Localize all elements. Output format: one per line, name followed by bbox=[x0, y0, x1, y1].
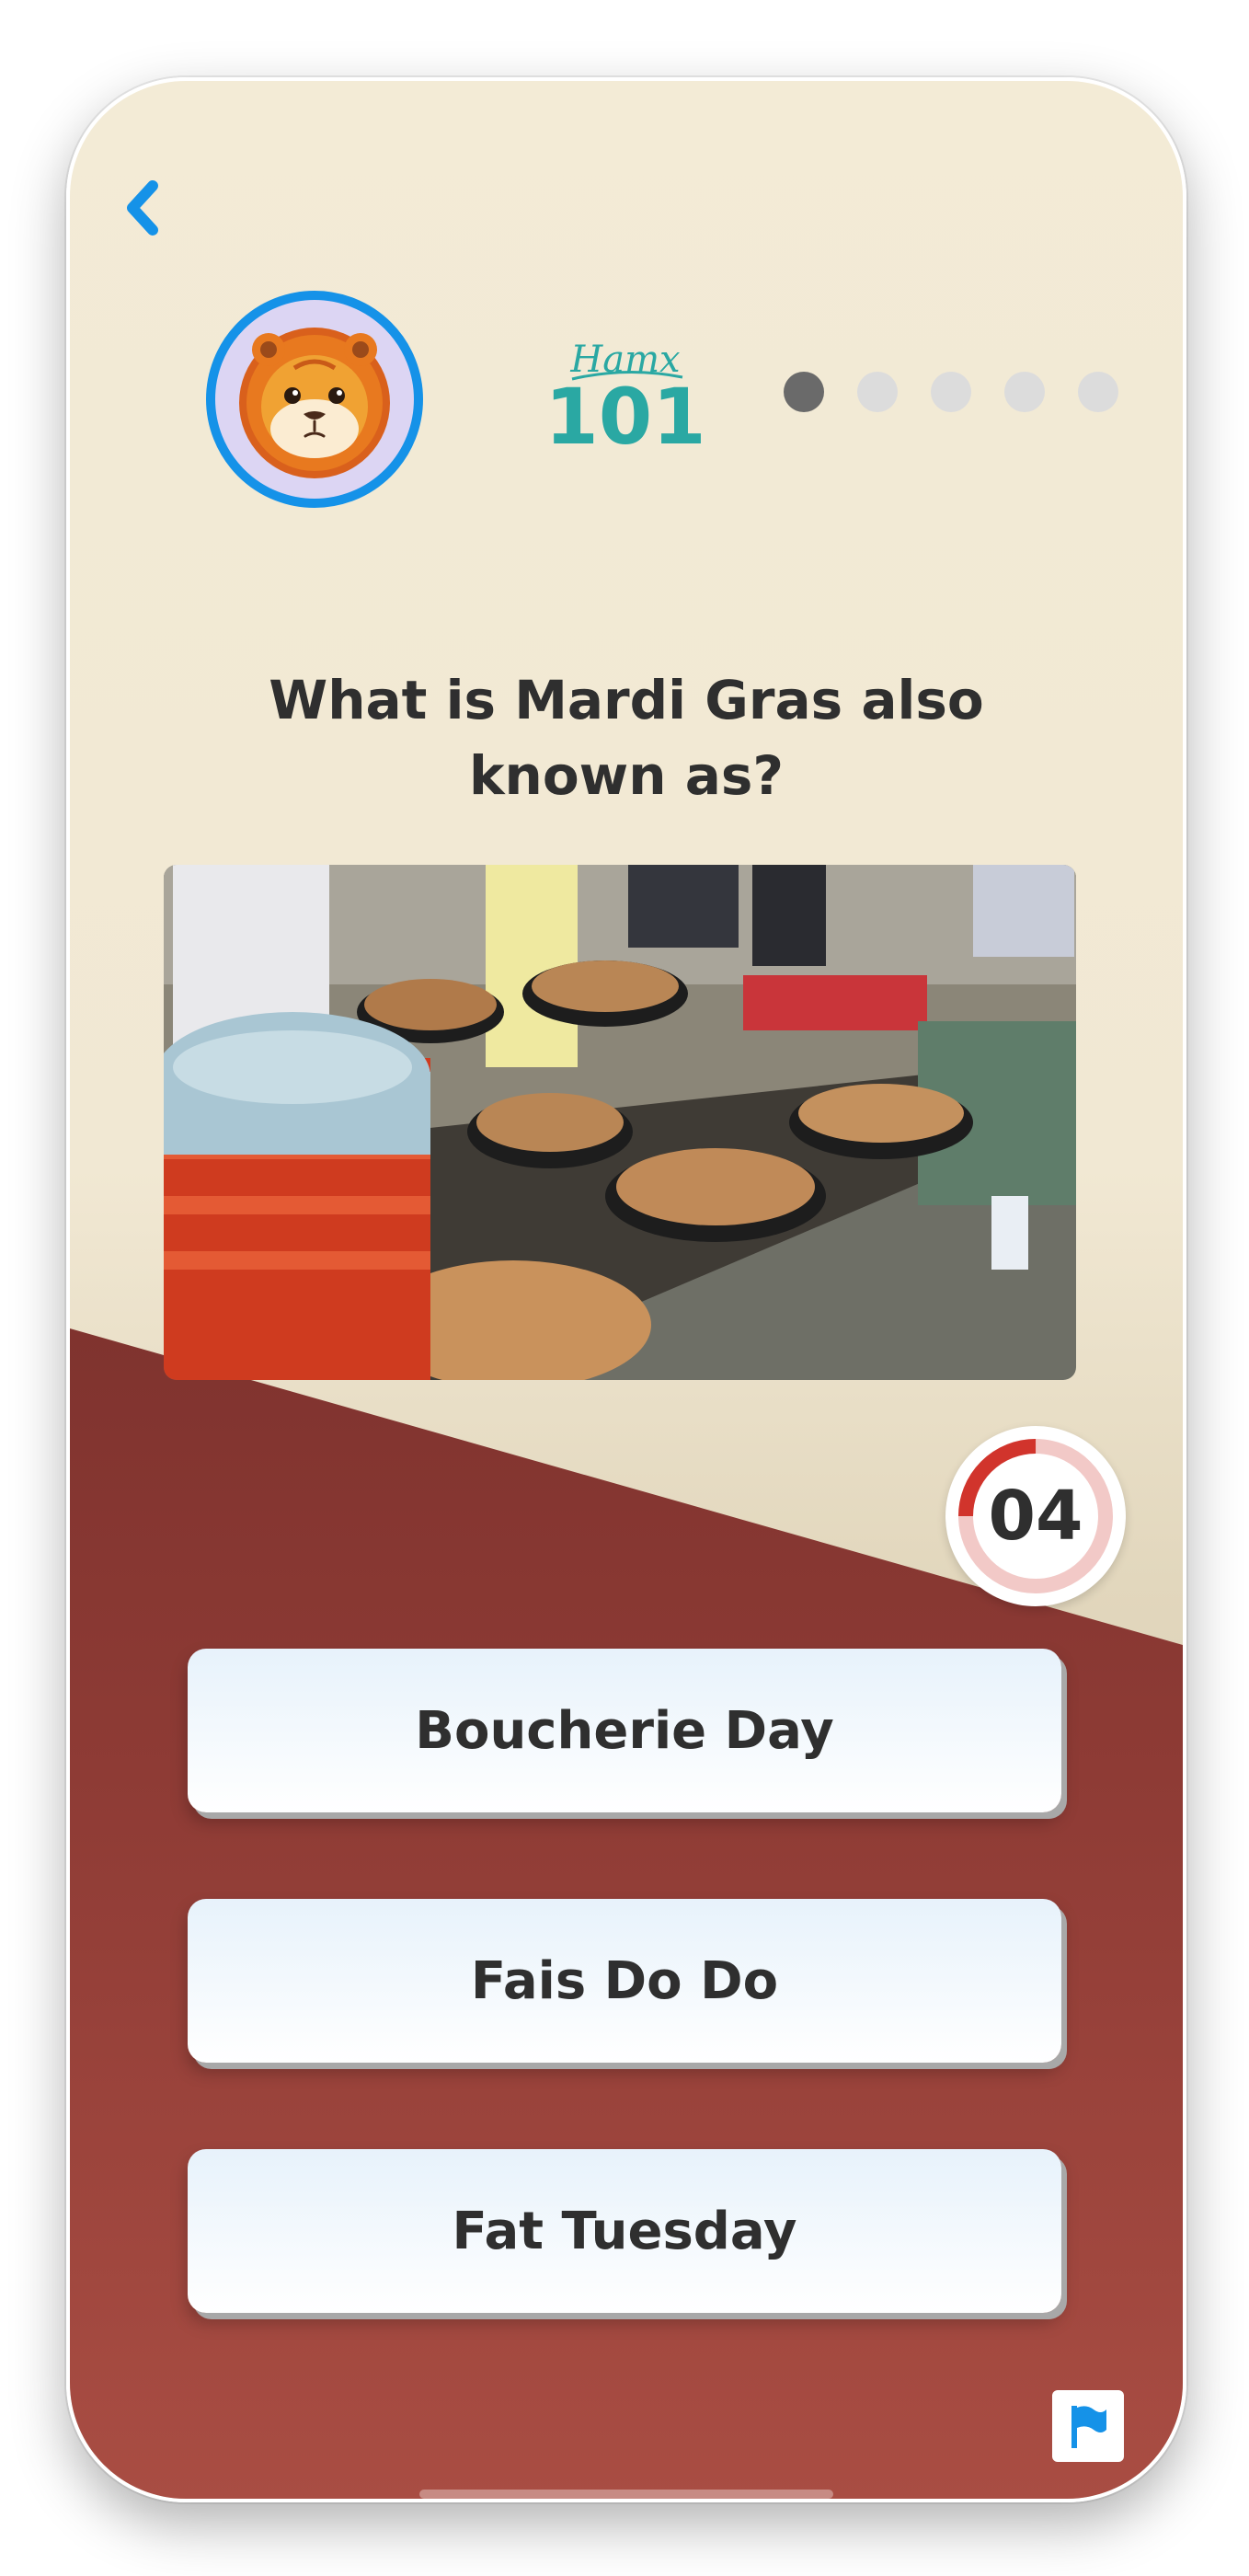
question-photo bbox=[164, 865, 1076, 1380]
app-logo: Hamx 101 bbox=[544, 322, 710, 462]
timer-value: 04 bbox=[988, 1477, 1083, 1556]
question-progress-dots bbox=[784, 372, 1118, 412]
home-indicator bbox=[419, 2490, 833, 2499]
progress-dot-2 bbox=[857, 372, 898, 412]
answer-option-1[interactable]: Boucherie Day bbox=[188, 1649, 1061, 1812]
progress-dot-3 bbox=[931, 372, 971, 412]
lion-face-icon bbox=[239, 328, 390, 478]
answer-option-3[interactable]: Fat Tuesday bbox=[188, 2149, 1061, 2313]
progress-dot-1 bbox=[784, 372, 824, 412]
report-question-button[interactable] bbox=[1052, 2390, 1124, 2462]
back-button[interactable] bbox=[107, 171, 180, 245]
progress-dot-4 bbox=[1004, 372, 1045, 412]
question-text: What is Mardi Gras also known as? bbox=[269, 669, 984, 807]
answer-option-2[interactable]: Fais Do Do bbox=[188, 1899, 1061, 2063]
report-flag-icon bbox=[1071, 2406, 1106, 2448]
phone-frame: Hamx 101 What is Mardi Gras also known a… bbox=[66, 77, 1186, 2502]
chevron-left-icon bbox=[127, 180, 158, 236]
player-avatar[interactable] bbox=[206, 291, 423, 508]
progress-dot-5 bbox=[1078, 372, 1118, 412]
logo-number: 101 bbox=[544, 372, 705, 460]
countdown-timer: 04 bbox=[945, 1426, 1126, 1606]
